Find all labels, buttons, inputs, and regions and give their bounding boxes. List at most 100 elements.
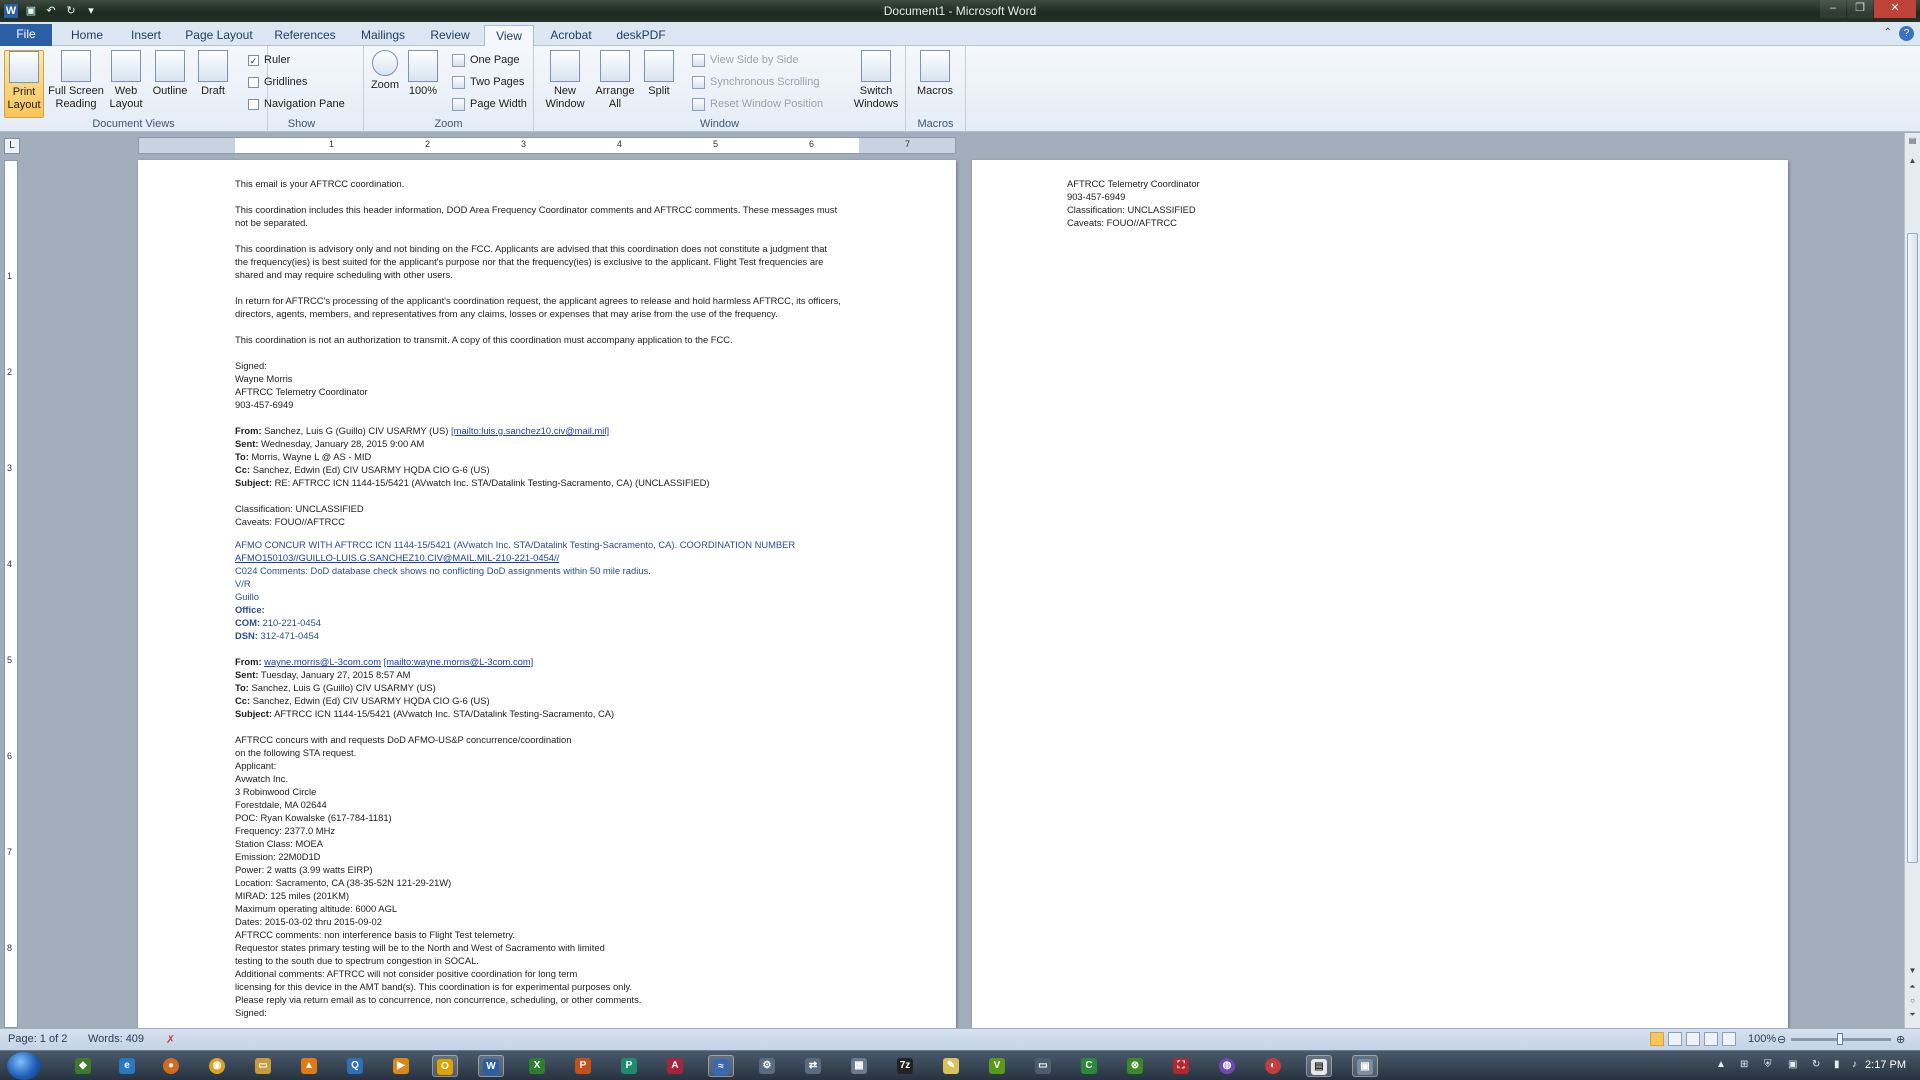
- draft-button[interactable]: Draft: [196, 50, 230, 98]
- powerpoint-icon[interactable]: P: [570, 1055, 596, 1077]
- maximize-button[interactable]: ❐: [1847, 0, 1873, 18]
- draft-view-icon[interactable]: [1722, 1032, 1736, 1046]
- tools-icon[interactable]: ⚙: [754, 1055, 780, 1077]
- reset-window-position-button[interactable]: Reset Window Position: [692, 95, 823, 113]
- macros-button[interactable]: Macros: [912, 50, 958, 98]
- tray-app-icon[interactable]: ▣: [1788, 1059, 1797, 1070]
- tab-home[interactable]: Home: [64, 25, 110, 46]
- pdf-icon[interactable]: ⛶: [1168, 1055, 1194, 1077]
- navigation-pane-checkbox[interactable]: Navigation Pane: [248, 95, 345, 113]
- taskbar-app-icon[interactable]: ◆: [70, 1055, 96, 1077]
- search-icon[interactable]: Q: [342, 1055, 368, 1077]
- full-screen-view-icon[interactable]: [1668, 1032, 1682, 1046]
- page-count[interactable]: Page: 1 of 2: [8, 1033, 67, 1045]
- one-page-button[interactable]: One Page: [452, 51, 520, 69]
- mailto-link[interactable]: [mailto:luis.g.sanchez10.civ@mail.mil]: [451, 425, 609, 436]
- close-button[interactable]: ✕: [1874, 0, 1916, 18]
- link-app-icon[interactable]: ⊗: [1122, 1055, 1148, 1077]
- proofing-icon[interactable]: ✗: [166, 1033, 175, 1046]
- ruler-toggle-icon[interactable]: ▤: [1907, 135, 1918, 146]
- chrome-icon[interactable]: ◉: [204, 1055, 230, 1077]
- network-signal-icon[interactable]: ▮: [1834, 1059, 1840, 1070]
- tab-deskpdf[interactable]: deskPDF: [612, 25, 670, 46]
- split-button[interactable]: Split: [642, 50, 676, 98]
- 7zip-icon[interactable]: 7z: [892, 1055, 918, 1077]
- chrome-red-icon[interactable]: ◐: [1260, 1055, 1286, 1077]
- document-page-2[interactable]: AFTRCC Telemetry Coordinator 903-457-694…: [972, 160, 1788, 1028]
- tab-view[interactable]: View: [484, 25, 534, 46]
- zoom-slider[interactable]: [1791, 1033, 1891, 1045]
- vlc-icon[interactable]: ▲: [296, 1055, 322, 1077]
- previous-page-icon[interactable]: ⏶: [1907, 981, 1918, 992]
- tab-references[interactable]: References: [270, 25, 340, 46]
- publisher-icon[interactable]: P: [616, 1055, 642, 1077]
- tab-file[interactable]: File: [0, 24, 52, 46]
- green-app-icon[interactable]: V: [984, 1055, 1010, 1077]
- vertical-scrollbar[interactable]: ▤ ▲ ▼ ⏶ ○ ⏷: [1904, 133, 1920, 1028]
- tray-expand-icon[interactable]: ▲: [1716, 1059, 1726, 1070]
- access-icon[interactable]: A: [662, 1055, 688, 1077]
- next-page-icon[interactable]: ⏷: [1907, 1009, 1918, 1020]
- calculator-icon[interactable]: ▦: [846, 1055, 872, 1077]
- folder-icon[interactable]: ▭: [250, 1055, 276, 1077]
- network-icon[interactable]: ⇄: [800, 1055, 826, 1077]
- afmo-coordination-link[interactable]: AFMO150103//GUILLO-LUIS.G.SANCHEZ10.CIV@…: [235, 551, 875, 564]
- excel-icon[interactable]: X: [524, 1055, 550, 1077]
- tab-insert[interactable]: Insert: [122, 25, 170, 46]
- word-icon[interactable]: W: [478, 1055, 504, 1077]
- view-side-by-side-button[interactable]: View Side by Side: [692, 51, 798, 69]
- tab-selector-button[interactable]: L: [4, 138, 20, 154]
- minimize-ribbon-icon[interactable]: ⌃: [1884, 27, 1892, 38]
- tab-page-layout[interactable]: Page Layout: [182, 25, 256, 46]
- outline-button[interactable]: Outline: [148, 50, 192, 98]
- taskbar-app-icon[interactable]: ▣: [1352, 1055, 1378, 1077]
- window-app-icon[interactable]: ▭: [1030, 1055, 1056, 1077]
- switch-windows-button[interactable]: Switch Windows: [850, 50, 902, 111]
- two-pages-button[interactable]: Two Pages: [452, 73, 524, 91]
- web-layout-button[interactable]: Web Layout: [106, 50, 146, 111]
- volume-icon[interactable]: ♪: [1852, 1059, 1857, 1070]
- globe-icon[interactable]: ◍: [1214, 1055, 1240, 1077]
- print-layout-view-icon[interactable]: [1650, 1032, 1664, 1046]
- document-page-1[interactable]: This email is your AFTRCC coordination. …: [138, 160, 956, 1028]
- gridlines-checkbox[interactable]: Gridlines: [248, 73, 307, 91]
- document-body[interactable]: AFTRCC Telemetry Coordinator 903-457-694…: [1067, 177, 1200, 229]
- document-viewer-icon[interactable]: ▤: [1306, 1055, 1332, 1077]
- browse-object-icon[interactable]: ○: [1907, 995, 1918, 1006]
- notes-icon[interactable]: ✎: [938, 1055, 964, 1077]
- remote-desktop-icon[interactable]: ≈: [708, 1055, 734, 1077]
- zoom-in-icon[interactable]: ⊕: [1896, 1033, 1905, 1046]
- outlook-icon[interactable]: O: [432, 1055, 458, 1077]
- ruler-checkbox[interactable]: ✓ Ruler: [248, 51, 290, 69]
- mailto-link[interactable]: [mailto:wayne.morris@L-3com.com]: [384, 656, 534, 667]
- document-body[interactable]: This email is your AFTRCC coordination. …: [235, 177, 875, 1019]
- tray-app-icon[interactable]: ⊞: [1740, 1059, 1748, 1070]
- scroll-down-icon[interactable]: ▼: [1907, 965, 1918, 976]
- zoom-button[interactable]: Zoom: [368, 50, 402, 92]
- page-width-button[interactable]: Page Width: [452, 95, 527, 113]
- scroll-up-icon[interactable]: ▲: [1907, 155, 1918, 166]
- new-window-button[interactable]: New Window: [542, 50, 588, 111]
- firefox-icon[interactable]: ●: [158, 1055, 184, 1077]
- zoom-level[interactable]: 100%: [1748, 1033, 1776, 1045]
- tab-acrobat[interactable]: Acrobat: [544, 25, 598, 46]
- tray-security-icon[interactable]: ⛨: [1764, 1059, 1772, 1070]
- tab-mailings[interactable]: Mailings: [354, 25, 412, 46]
- start-button[interactable]: [7, 1052, 41, 1080]
- zoom-slider-knob[interactable]: [1837, 1033, 1843, 1045]
- vertical-ruler[interactable]: 1 2 3 4 5 6 7 8: [4, 160, 18, 1028]
- print-layout-button[interactable]: Print Layout: [4, 50, 44, 118]
- scrollbar-thumb[interactable]: [1907, 233, 1918, 863]
- zoom-100-button[interactable]: 100%: [406, 50, 440, 98]
- help-icon[interactable]: ?: [1899, 26, 1914, 41]
- minimize-button[interactable]: –: [1820, 0, 1846, 18]
- horizontal-ruler[interactable]: 1 2 3 4 5 6 7: [138, 137, 956, 154]
- full-screen-reading-button[interactable]: Full Screen Reading: [48, 50, 104, 111]
- zoom-out-icon[interactable]: ⊖: [1777, 1033, 1786, 1046]
- email-link[interactable]: wayne.morris@L-3com.com: [264, 656, 381, 667]
- internet-explorer-icon[interactable]: e: [114, 1055, 140, 1077]
- tab-review[interactable]: Review: [424, 25, 476, 46]
- clock[interactable]: 2:17 PM: [1865, 1059, 1906, 1071]
- excel-green-icon[interactable]: C: [1076, 1055, 1102, 1077]
- outline-view-icon[interactable]: [1704, 1032, 1718, 1046]
